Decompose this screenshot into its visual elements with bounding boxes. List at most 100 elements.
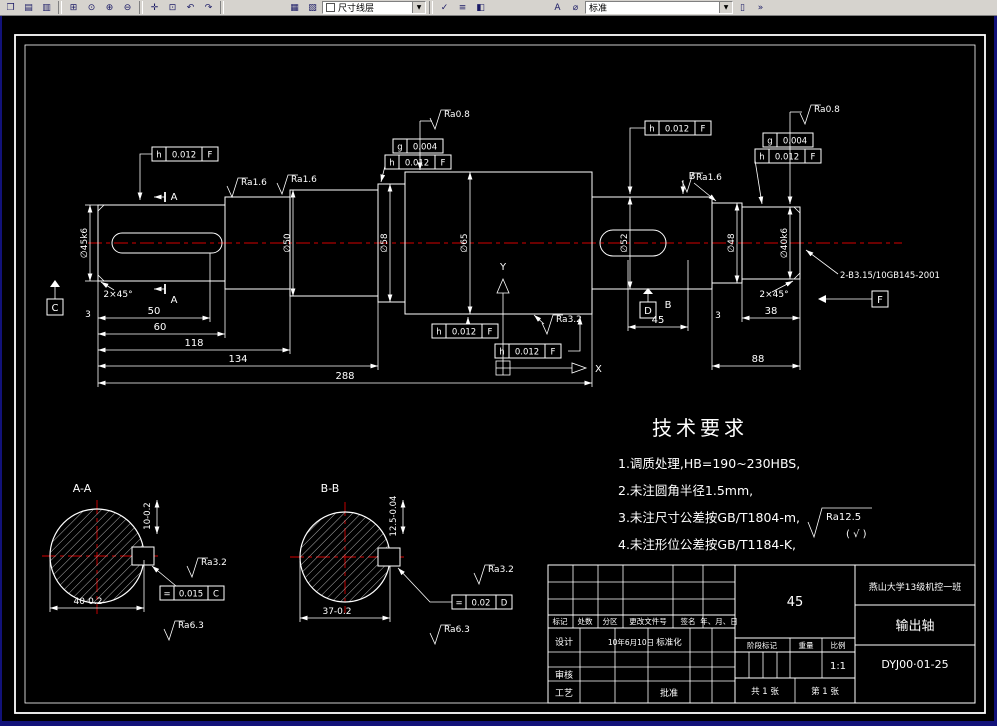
title-block: 45 燕山大学13级机控一班 输出轴 DYJ00·01-25 阶段标记 重量 比… (547, 564, 976, 704)
dim-60: 60 (154, 322, 167, 333)
gdt-symbol: = (455, 599, 462, 609)
dim-3-left: 3 (85, 310, 91, 320)
technical-requirements: 技术要求 1.调质处理,HB=190~230HBS, 2.未注圆角半径1.5mm… (618, 416, 800, 552)
gdt-datum: F (488, 328, 493, 338)
chevron-down-icon[interactable]: ▼ (719, 2, 732, 13)
sheet-total: 共 1 张 (751, 687, 779, 697)
section-cut-b: B (689, 171, 696, 182)
tech-req-item: 2.未注圆角半径1.5mm, (618, 483, 753, 498)
zoom-window-icon[interactable]: ⊞ (65, 0, 82, 15)
open-icon[interactable]: ❒ (2, 0, 19, 15)
toolbar-separator (139, 1, 143, 14)
dim-118: 118 (184, 338, 203, 349)
table-style-icon[interactable]: ▯ (734, 0, 751, 15)
redo-icon[interactable]: ↷ (200, 0, 217, 15)
layer-dropdown-value: 尺寸线层 (338, 4, 375, 14)
tolerance-frame: h 0.012 F (754, 148, 822, 205)
make-current-icon[interactable]: ✓ (436, 0, 453, 15)
rev-header: 处数 (578, 616, 593, 626)
other-surfaces-note: Ra12.5 ( √ ) (807, 507, 872, 540)
section-cut-b: B (665, 300, 672, 311)
tolerance-frame: h 0.012 F (137, 146, 219, 200)
more-icon[interactable]: » (752, 0, 769, 15)
roughness-suffix: ( √ ) (846, 529, 867, 540)
gdt-symbol: h (759, 153, 764, 163)
gdt-value: 0.012 (405, 159, 429, 169)
zoom-dynamic-icon[interactable]: ⊙ (83, 0, 100, 15)
stage-label: 阶段标记 (747, 640, 777, 650)
gdt-datum: C (213, 590, 219, 600)
drawing-canvas[interactable]: 3 50 60 118 134 288 45 3 38 88 ∅45k6 ∅50… (0, 0, 997, 726)
sheet-number: 第 1 张 (811, 686, 839, 697)
tolerance-frame: h 0.012 F (627, 120, 712, 194)
plot-icon[interactable]: ▥ (38, 0, 55, 15)
color-control-icon[interactable]: ◧ (472, 0, 489, 15)
dim-88: 88 (752, 354, 765, 365)
gdt-symbol: g (397, 143, 402, 153)
material-value: 45 (787, 595, 804, 610)
section-a: A-A 40-0.2 10-0.2 Ra3.2 Ra6.3 = 0.015 C (49, 482, 227, 641)
gdt-value: 0.012 (172, 151, 196, 161)
tolerance-frame: g 0.004 (762, 132, 814, 148)
style-dropdown-value: 标准 (589, 4, 608, 14)
weight-label: 重量 (799, 641, 814, 650)
rev-header: 年、月、日 (700, 616, 738, 626)
dia-label: ∅58 (380, 233, 390, 253)
layer-states-icon[interactable]: ▧ (304, 0, 321, 15)
section-cut-a: A (171, 192, 178, 203)
zoom-in-icon[interactable]: ⊕ (101, 0, 118, 15)
toolbar-spacer (227, 7, 285, 8)
gdt-datum: F (701, 125, 706, 135)
toolbar-separator (220, 1, 224, 14)
dim-style-icon[interactable]: ⌀ (567, 0, 584, 15)
dia-label: ∅52 (620, 233, 630, 252)
style-dropdown[interactable]: 标准 ▼ (585, 1, 733, 14)
gdt-value: 0.012 (665, 125, 689, 135)
pan-icon[interactable]: ✛ (146, 0, 163, 15)
gdt-symbol: h (389, 159, 394, 169)
layers-icon[interactable]: ▦ (286, 0, 303, 15)
dim-50: 50 (148, 306, 161, 317)
datum-f: F (877, 295, 883, 306)
window-edge-bottom (0, 721, 997, 726)
gdt-symbol: h (649, 125, 654, 135)
dim-38: 38 (765, 306, 778, 317)
layer-dropdown[interactable]: 尺寸线层 ▼ (322, 1, 426, 14)
role-design: 设计 (555, 636, 573, 648)
window-edge-left (0, 16, 2, 726)
gdt-datum: F (551, 348, 556, 358)
tech-req-item: 4.未注形位公差按GB/T1184-K, (618, 537, 796, 552)
gdt-symbol: h (499, 348, 504, 358)
roughness-label: Ra3.2 (201, 558, 227, 568)
rev-header: 分区 (603, 617, 618, 626)
drawing-border (14, 34, 986, 714)
tech-req-item: 1.调质处理,HB=190~230HBS, (618, 456, 800, 471)
organization-name: 燕山大学13级机控一班 (869, 581, 961, 593)
tolerance-frame: h 0.012 F (380, 154, 452, 183)
roughness-label: Ra1.6 (696, 173, 722, 183)
section-b: B-B 37-0.2 12.5-0.04 Ra3.2 Ra6.3 = 0.02 … (299, 482, 514, 645)
drawing-number: DYJ00·01-25 (881, 658, 948, 671)
undo-icon[interactable]: ↶ (182, 0, 199, 15)
toolbar-spacer (490, 7, 548, 8)
roughness-label: Ra0.8 (444, 110, 470, 120)
layout-icon[interactable]: ▤ (20, 0, 37, 15)
text-style-icon[interactable]: A (549, 0, 566, 15)
roughness-label: Ra3.2 (556, 315, 582, 325)
chevron-down-icon[interactable]: ▼ (412, 2, 425, 13)
zoom-out-icon[interactable]: ⊖ (119, 0, 136, 15)
chamfer-note-right: 2×45° (759, 290, 788, 300)
gdt-datum: F (208, 151, 213, 161)
gdt-datum: F (811, 153, 816, 163)
dim-288: 288 (335, 371, 354, 382)
zoom-extents-icon[interactable]: ⊡ (164, 0, 181, 15)
rev-header: 签名 (681, 616, 696, 626)
cad-application-window: ❒ ▤ ▥ ⊞ ⊙ ⊕ ⊖ ✛ ⊡ ↶ ↷ ▦ ▧ 尺寸线层 ▼ ✓ ≡ ◧ A… (0, 0, 997, 726)
roughness-label: Ra3.2 (488, 565, 514, 575)
roughness-label: Ra12.5 (826, 512, 861, 523)
roughness-label: Ra6.3 (178, 621, 204, 631)
scale-label: 比例 (831, 640, 846, 650)
match-properties-icon[interactable]: ≡ (454, 0, 471, 15)
gdt-datum: F (441, 159, 446, 169)
gdt-value: 0.004 (783, 137, 807, 147)
